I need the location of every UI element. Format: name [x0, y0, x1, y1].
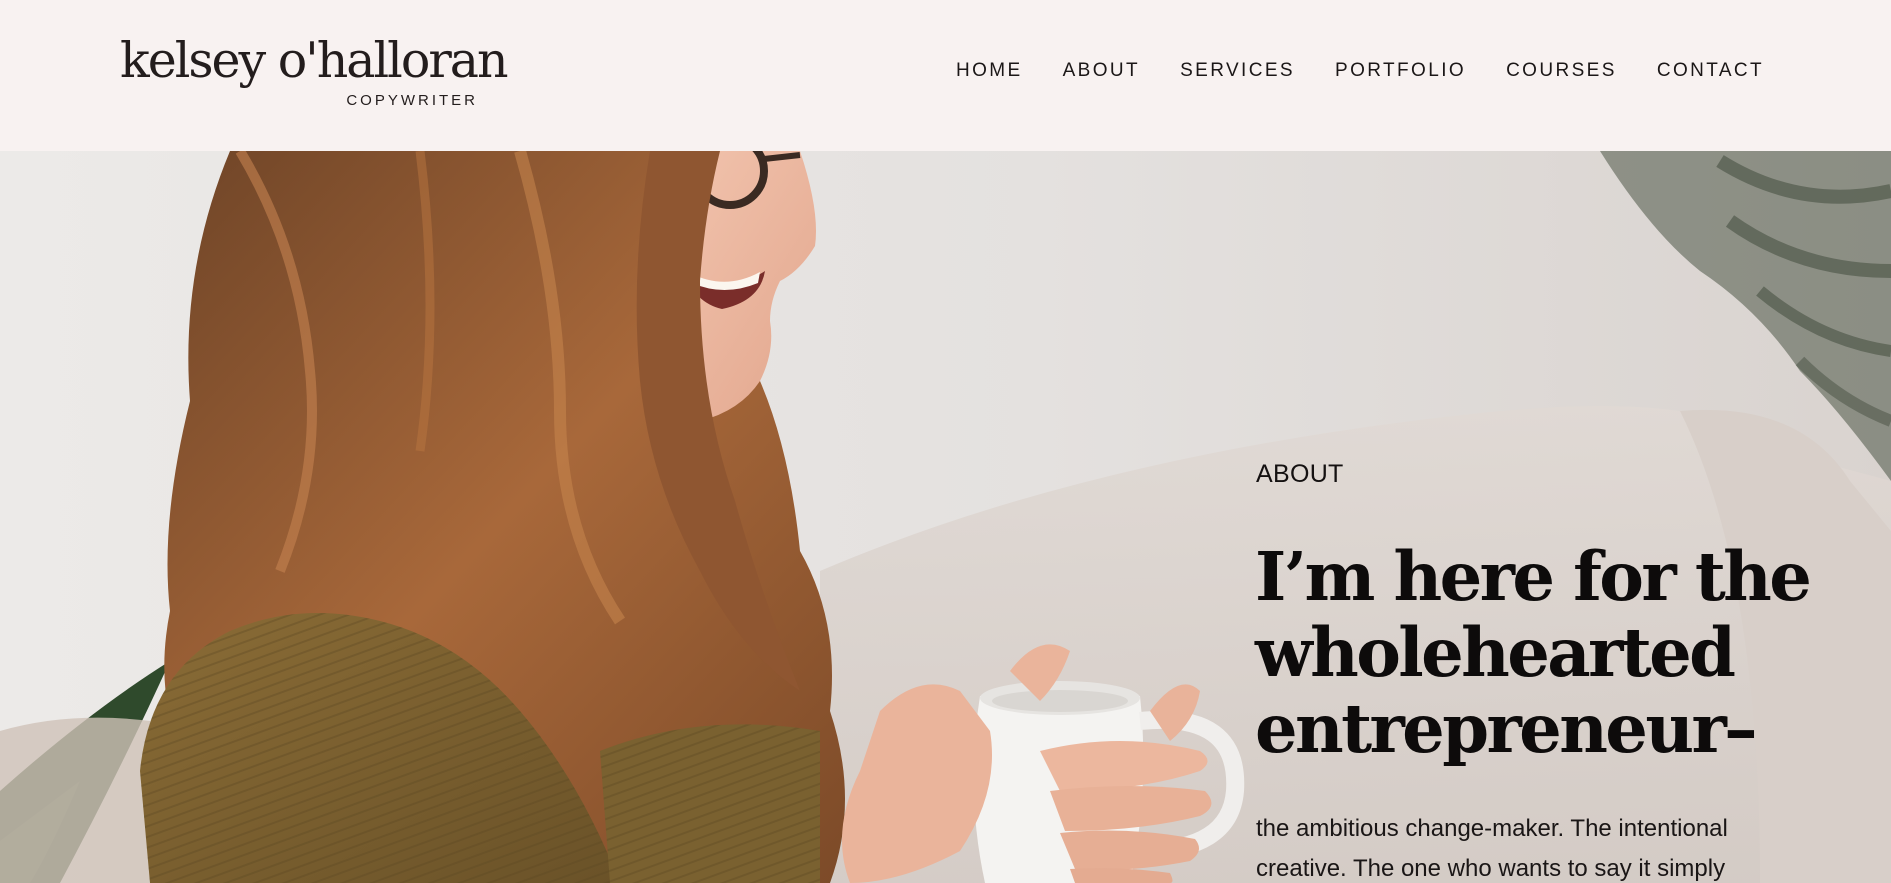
hero-photo	[0, 151, 1891, 883]
logo-name: kelsey o'halloran	[120, 32, 509, 89]
section-label: ABOUT	[1256, 460, 1344, 488]
nav-portfolio[interactable]: PORTFOLIO	[1335, 60, 1466, 82]
nav-home[interactable]: HOME	[956, 60, 1023, 82]
site-logo[interactable]: kelsey o'halloran COPYWRITER	[120, 32, 509, 112]
nav-courses[interactable]: COURSES	[1506, 60, 1617, 82]
site-header: kelsey o'halloran COPYWRITER HOME ABOUT …	[0, 0, 1891, 151]
hero-intro-text: the ambitious change-maker. The intentio…	[1256, 815, 1728, 882]
hero-headline: I’m here for the wholehearted entreprene…	[1255, 537, 1812, 768]
main-nav: HOME ABOUT SERVICES PORTFOLIO COURSES CO…	[956, 60, 1804, 82]
logo-tagline: COPYWRITER	[346, 92, 478, 109]
about-hero: ABOUT I’m here for the wholehearted entr…	[0, 151, 1891, 883]
nav-contact[interactable]: CONTACT	[1657, 60, 1764, 82]
nav-about[interactable]: ABOUT	[1063, 60, 1140, 82]
nav-services[interactable]: SERVICES	[1180, 60, 1295, 82]
